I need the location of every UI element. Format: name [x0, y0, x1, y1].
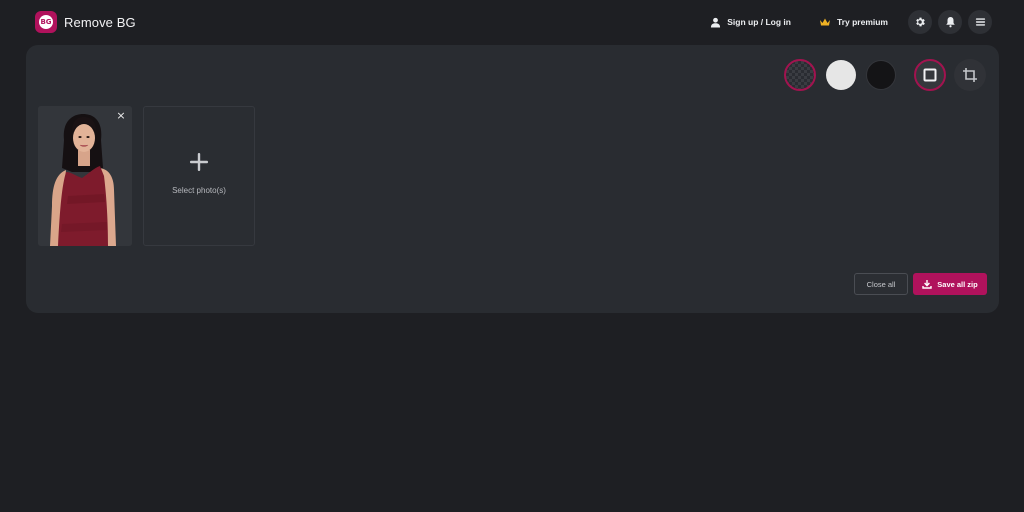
save-all-zip-button[interactable]: Save all zip [913, 273, 987, 295]
remove-photo-button[interactable]: × [115, 110, 127, 122]
menu-button[interactable] [968, 10, 992, 34]
app-logo[interactable]: BG Remove BG [35, 11, 136, 33]
download-icon [922, 280, 932, 289]
signup-login-link[interactable]: Sign up / Log in [710, 17, 791, 28]
frame-icon [923, 68, 937, 82]
photo-thumbnail[interactable]: × [38, 106, 132, 246]
user-icon [711, 17, 721, 28]
select-photos-card[interactable]: Select photo(s) [143, 106, 255, 246]
workspace-panel: × Select photo(s) Close all Save all zip [26, 45, 999, 313]
top-header: BG Remove BG Sign up / Log in Try premiu… [0, 0, 1024, 44]
logo-mark-text: BG [39, 15, 53, 29]
gear-icon [916, 17, 925, 27]
menu-icon [975, 18, 985, 26]
crop-icon [963, 68, 977, 82]
portrait-image [38, 106, 132, 246]
notifications-button[interactable] [938, 10, 962, 34]
close-all-button[interactable]: Close all [854, 273, 908, 295]
close-all-label: Close all [866, 279, 896, 289]
settings-button[interactable] [908, 10, 932, 34]
crop-tool-button[interactable] [954, 59, 986, 91]
plus-icon [190, 152, 208, 171]
select-photos-label: Select photo(s) [172, 185, 226, 195]
bell-icon [945, 17, 955, 28]
try-premium-label: Try premium [836, 17, 888, 27]
header-nav: Sign up / Log in Try premium [710, 10, 992, 34]
background-options [776, 59, 986, 91]
save-all-zip-label: Save all zip [937, 279, 978, 289]
logo-icon: BG [35, 11, 57, 33]
white-background-swatch[interactable] [826, 60, 856, 90]
transparent-background-swatch[interactable] [784, 59, 816, 91]
app-title: Remove BG [64, 14, 136, 30]
signup-login-label: Sign up / Log in [727, 17, 791, 27]
frame-tool-button[interactable] [914, 59, 946, 91]
black-background-swatch[interactable] [866, 60, 896, 90]
try-premium-link[interactable]: Try premium [819, 17, 888, 27]
crown-icon [819, 18, 830, 26]
